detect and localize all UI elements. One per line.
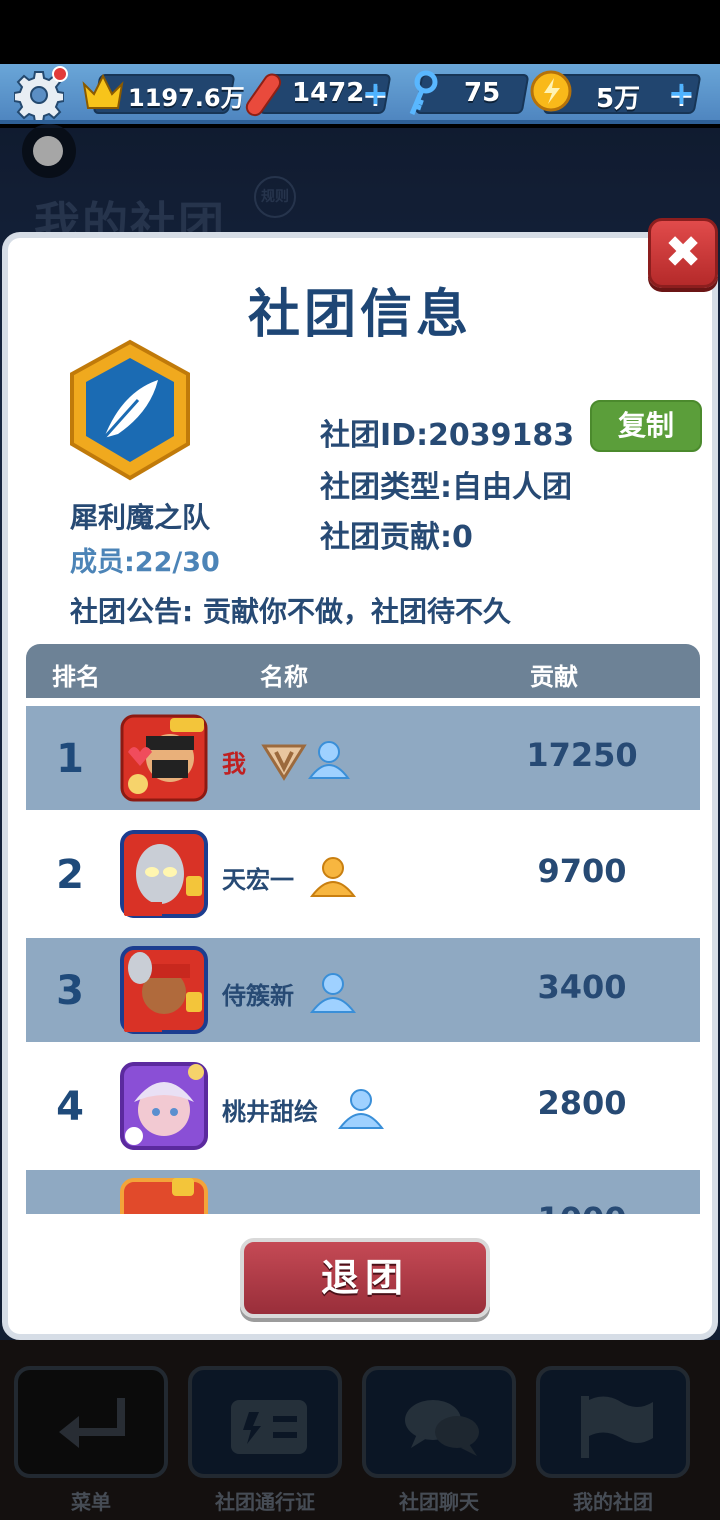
club-id: 社团ID:2039183 [320,418,575,453]
player-contribution: 9700 [537,852,627,890]
crown-count: 1197.6万 [128,84,245,112]
avatar [120,830,208,918]
player-contribution: 2800 [537,1084,627,1122]
table-header: 排名 名称 贡献 [26,644,700,698]
player-name: 天宏一 [222,866,294,894]
key-count: 75 [464,78,501,108]
add-coin-button[interactable]: + [668,77,695,109]
row-rank: 2 [56,852,84,898]
player-name: 侍簇新 [222,982,294,1010]
crown-icon [82,73,124,109]
row-rank: 3 [56,968,84,1014]
table-row[interactable]: 2 天宏一 9700 [26,822,700,926]
club-info-dialog: 社团信息 犀利魔之队 成员:22/30 社团ID:2039183 复制 社团类型… [2,232,718,1340]
notification-dot [52,66,68,82]
dialog-title: 社团信息 [247,285,472,345]
add-hoverboard-button[interactable]: + [362,77,389,109]
hoverboard-count: 1472 [292,78,365,108]
avatar [120,1062,208,1150]
copy-id-button[interactable]: 复制 [590,400,702,452]
club-emblem-icon [70,339,190,481]
avatar [120,946,208,1034]
club-type: 社团类型:自由人团 [320,470,572,505]
player-contribution: 1000 [502,1200,662,1214]
hoverboard-icon [245,73,282,117]
avatar [120,1178,208,1214]
member-role-icon [338,1089,384,1129]
column-name: 名称 [260,663,308,691]
member-list[interactable]: 1 我 17250 2 天宏一 9700 3 侍簇新 3400 4 桃井甜绘 2… [26,706,700,1214]
coin-icon [530,70,572,112]
member-role-icon [308,741,350,779]
avatar [120,714,208,802]
table-row[interactable]: 1000 [26,1170,700,1214]
club-contribution: 社团贡献:0 [320,520,473,555]
table-row[interactable]: 3 侍簇新 3400 [26,938,700,1042]
column-rank: 排名 [52,663,100,691]
club-name: 犀利魔之队 [70,501,211,534]
member-role-icon [310,973,356,1013]
resource-bar: 1197.6万 1472 + 75 5万 + [0,64,720,124]
coin-count: 5万 [596,84,641,114]
player-contribution: 3400 [537,968,627,1006]
member-role-icon [310,857,356,897]
player-name: 桃井甜绘 [222,1098,318,1126]
member-count: 成员:22/30 [70,547,220,578]
row-rank: 4 [56,1084,84,1130]
close-icon: ✖ [664,227,702,278]
vip-diamond-icon [261,744,307,781]
status-bar [0,0,720,64]
key-icon [409,70,438,115]
column-contribution: 贡献 [530,663,578,691]
table-row[interactable]: 1 我 17250 [26,706,700,810]
club-notice: 社团公告: 贡献你不做，社团待不久 [70,595,511,628]
quit-club-button[interactable]: 退团 [240,1238,490,1318]
row-rank: 1 [56,736,84,782]
close-button[interactable]: ✖ [648,218,718,288]
player-name: 我 [222,750,246,778]
table-row[interactable]: 4 桃井甜绘 2800 [26,1054,700,1158]
player-contribution: 17250 [526,736,638,774]
